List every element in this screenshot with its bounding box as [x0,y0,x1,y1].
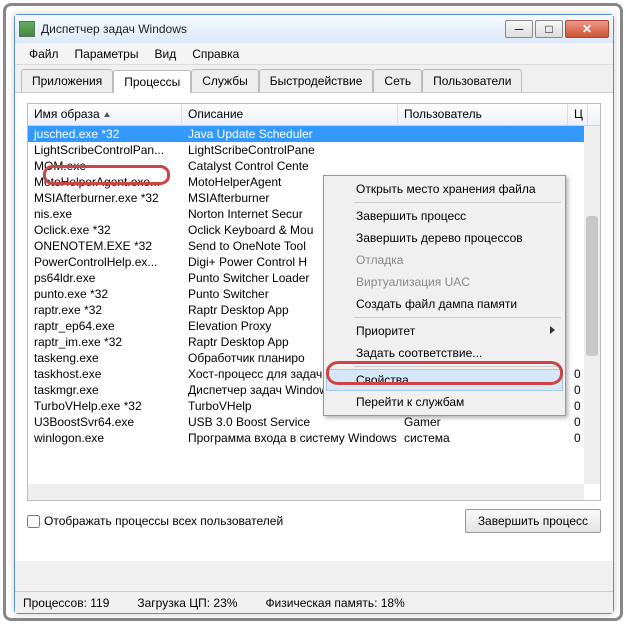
tab-processes[interactable]: Процессы [113,70,191,93]
cell-name: raptr_im.exe *32 [28,334,182,350]
cell-name: MSIAfterburner.exe *32 [28,190,182,206]
table-row[interactable]: jusched.exe *32Java Update Scheduler [28,126,600,142]
sort-asc-icon [104,112,110,117]
cell-name: ONENOTEM.EXE *32 [28,238,182,254]
status-memory: Физическая память: 18% [265,596,404,610]
table-row[interactable]: MOM.exeCatalyst Control Cente [28,158,600,174]
ctx-debug: Отладка [326,249,563,271]
checkbox-input[interactable] [27,515,40,528]
tab-networking[interactable]: Сеть [373,69,422,92]
cell-name: PowerControlHelp.ex... [28,254,182,270]
menu-bar: Файл Параметры Вид Справка [15,43,613,65]
maximize-button[interactable]: □ [535,20,563,38]
window-title: Диспетчер задач Windows [41,22,503,36]
cell-name: punto.exe *32 [28,286,182,302]
separator [354,202,561,203]
col-image-name[interactable]: Имя образа [28,104,182,125]
ctx-open-location[interactable]: Открыть место хранения файла [326,178,563,200]
cell-name: ps64ldr.exe [28,270,182,286]
ctx-end-tree[interactable]: Завершить дерево процессов [326,227,563,249]
end-process-button[interactable]: Завершить процесс [465,509,601,533]
minimize-button[interactable]: ─ [505,20,533,38]
cell-name: taskmgr.exe [28,382,182,398]
cell-user [398,142,568,158]
table-row[interactable]: LightScribeControlPan...LightScribeContr… [28,142,600,158]
cell-user: Gamer [398,414,568,430]
scrollbar-thumb[interactable] [586,216,598,356]
tab-users[interactable]: Пользователи [422,69,522,92]
close-button[interactable]: ✕ [565,20,609,38]
table-row[interactable]: winlogon.exeПрограмма входа в систему Wi… [28,430,600,446]
column-headers: Имя образа Описание Пользователь Ц [28,104,600,126]
cell-name: MotoHelperAgent.exe... [28,174,182,190]
chevron-right-icon [550,326,555,334]
cell-name: jusched.exe *32 [28,126,182,142]
tab-services[interactable]: Службы [191,69,258,92]
ctx-priority[interactable]: Приоритет [326,320,563,342]
status-bar: Процессов: 119 Загрузка ЦП: 23% Физическ… [15,591,613,613]
tab-performance[interactable]: Быстродействие [259,69,374,92]
titlebar[interactable]: Диспетчер задач Windows ─ □ ✕ [15,15,613,43]
vertical-scrollbar[interactable] [584,126,600,484]
cell-name: raptr.exe *32 [28,302,182,318]
col-user[interactable]: Пользователь [398,104,568,125]
context-menu: Открыть место хранения файла Завершить п… [323,175,566,416]
status-cpu: Загрузка ЦП: 23% [137,596,237,610]
cell-desc: Java Update Scheduler [182,126,398,142]
status-processes: Процессов: 119 [23,596,109,610]
col-description[interactable]: Описание [182,104,398,125]
ctx-end-process[interactable]: Завершить процесс [326,205,563,227]
separator [354,366,561,367]
cell-user [398,158,568,174]
separator [354,317,561,318]
app-icon [19,21,35,37]
cell-name: nis.exe [28,206,182,222]
tab-applications[interactable]: Приложения [21,69,113,92]
cell-name: TurboVHelp.exe *32 [28,398,182,414]
cell-name: taskeng.exe [28,350,182,366]
cell-name: U3BoostSvr64.exe [28,414,182,430]
cell-name: Oclick.exe *32 [28,222,182,238]
ctx-goto-services[interactable]: Перейти к службам [326,391,563,413]
cell-name: raptr_ep64.exe [28,318,182,334]
menu-options[interactable]: Параметры [67,45,147,63]
cell-desc: USB 3.0 Boost Service [182,414,398,430]
ctx-uac: Виртуализация UAC [326,271,563,293]
table-row[interactable]: U3BoostSvr64.exeUSB 3.0 Boost ServiceGam… [28,414,600,430]
col-cpu[interactable]: Ц [568,104,588,125]
cell-desc: Программа входа в систему Windows [182,430,398,446]
cell-name: winlogon.exe [28,430,182,446]
cell-name: LightScribeControlPan... [28,142,182,158]
menu-help[interactable]: Справка [184,45,247,63]
cell-desc: LightScribeControlPane [182,142,398,158]
cell-user: система [398,430,568,446]
horizontal-scrollbar[interactable] [28,484,584,500]
ctx-affinity[interactable]: Задать соответствие... [326,342,563,364]
ctx-dump[interactable]: Создать файл дампа памяти [326,293,563,315]
cell-name: taskhost.exe [28,366,182,382]
menu-view[interactable]: Вид [146,45,184,63]
menu-file[interactable]: Файл [21,45,67,63]
show-all-users-checkbox[interactable]: Отображать процессы всех пользователей [27,514,283,528]
tab-strip: Приложения Процессы Службы Быстродействи… [15,65,613,93]
ctx-properties[interactable]: Свойства [326,369,563,391]
cell-desc: Catalyst Control Cente [182,158,398,174]
cell-user [398,126,568,142]
cell-name: MOM.exe [28,158,182,174]
